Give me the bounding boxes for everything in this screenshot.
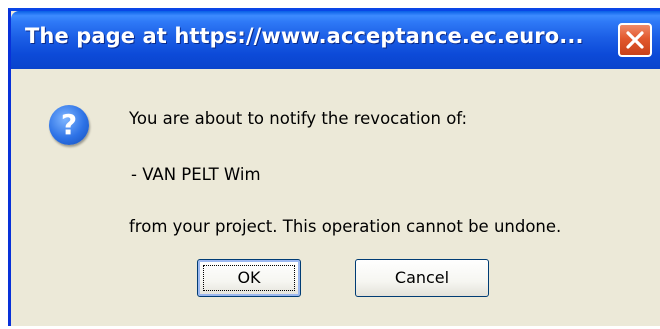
ok-button[interactable]: OK [197, 259, 301, 297]
question-glyph: ? [60, 108, 78, 141]
message-line-3: from your project. This operation cannot… [129, 217, 562, 236]
screen: The page at https://www.acceptance.ec.eu… [0, 0, 660, 326]
dialog-body: ? You are about to notify the revocation… [11, 69, 660, 329]
close-button[interactable] [618, 23, 652, 57]
close-icon [626, 31, 644, 49]
cancel-button-label: Cancel [394, 268, 450, 287]
alert-dialog: The page at https://www.acceptance.ec.eu… [8, 8, 660, 326]
cancel-button[interactable]: Cancel [355, 259, 489, 297]
focus-ring [203, 265, 295, 291]
message-line-1: You are about to notify the revocation o… [129, 109, 468, 128]
question-icon: ? [49, 105, 89, 145]
dialog-title: The page at https://www.acceptance.ec.eu… [25, 24, 584, 48]
title-bar[interactable]: The page at https://www.acceptance.ec.eu… [11, 11, 660, 69]
message-line-2: - VAN PELT Wim [131, 165, 261, 184]
